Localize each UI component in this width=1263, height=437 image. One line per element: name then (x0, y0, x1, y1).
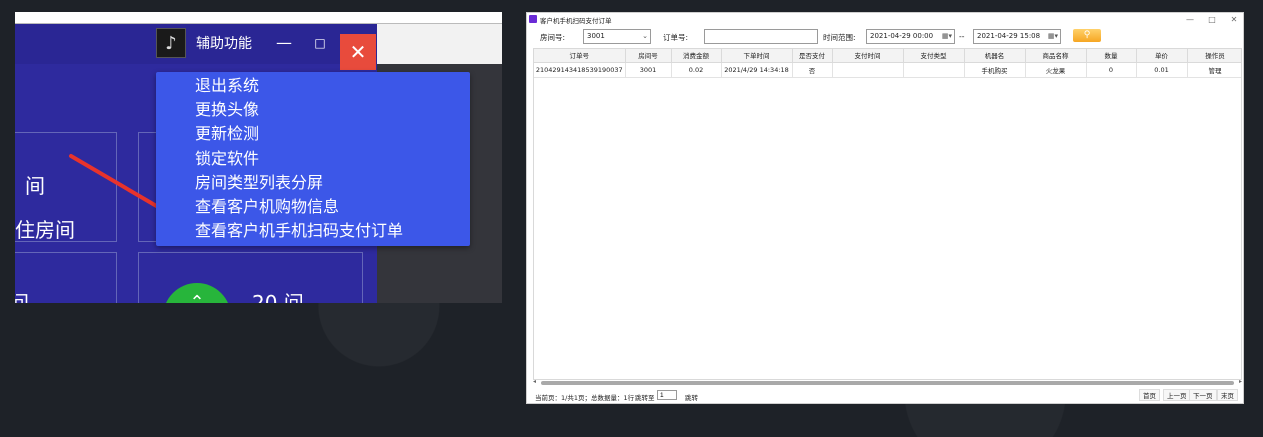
window-title: 客户机手机扫码支付订单 (540, 17, 612, 25)
order-number-label: 订单号: (663, 33, 689, 42)
table-cell: 2021/4/29 14:34:18 (721, 62, 793, 78)
start-time-value: 2021-04-29 00:00 (870, 32, 934, 40)
table-cell: 火龙果 (1025, 62, 1087, 78)
time-range-label: 时间范围: (823, 33, 856, 42)
table-header-row: 订单号 房间号 消费金额 下单时间 是否支付 支付时间 支付类型 机器名 商品名… (534, 49, 1241, 63)
title-bar[interactable]: 客户机手机扫码支付订单 — □ ✕ (527, 13, 1243, 27)
chevron-down-icon: ⌄ (642, 32, 648, 40)
background-window-strip (15, 12, 502, 24)
calendar-icon: ▦▾ (941, 32, 952, 40)
menu-item-shopping-info[interactable]: 查看客户机购物信息 (156, 195, 470, 219)
menu-item-lock[interactable]: 锁定软件 (156, 147, 470, 171)
calendar-icon: ▦▾ (1047, 32, 1058, 40)
column-header[interactable]: 数量 (1086, 49, 1137, 63)
close-button[interactable]: ✕ (340, 34, 376, 70)
assist-function-menu: 退出系统 更换头像 更新检测 锁定软件 房间类型列表分屏 查看客户机购物信息 查… (156, 72, 470, 246)
room-count-label: 间 (25, 174, 45, 198)
search-button[interactable]: ⚲ (1073, 29, 1101, 42)
last-page-button[interactable]: 末页 (1217, 389, 1238, 401)
scroll-right-icon[interactable]: ▸ (1239, 378, 1242, 385)
time-range-separator: -- (959, 32, 965, 41)
app-icon (529, 15, 537, 23)
table-cell: 210429143418539190037 (534, 62, 626, 78)
app-logo-icon[interactable]: ♪ (156, 28, 186, 58)
scan-pay-orders-window: 客户机手机扫码支付订单 — □ ✕ 房间号: 3001 ⌄ 订单号: 时间范围:… (526, 12, 1244, 404)
next-page-button[interactable]: 下一页 (1189, 389, 1217, 401)
room-count-label: 间 (15, 291, 29, 303)
menu-item-check-update[interactable]: 更新检测 (156, 122, 470, 146)
jump-page-input[interactable] (657, 390, 677, 400)
table-cell: 0.02 (671, 62, 722, 78)
column-header[interactable]: 单价 (1136, 49, 1188, 63)
end-time-picker[interactable]: 2021-04-29 15:08 ▦▾ (973, 29, 1061, 44)
table-cell: 管理 (1187, 62, 1241, 78)
menu-item-room-type-split[interactable]: 房间类型列表分屏 (156, 171, 470, 195)
menu-item-change-avatar[interactable]: 更换头像 (156, 98, 470, 122)
room-count-label: 20 间 (252, 291, 304, 303)
table-cell (903, 62, 965, 78)
minimize-button[interactable]: — (273, 32, 295, 54)
table-cell: 0 (1086, 62, 1137, 78)
filter-bar: 房间号: 3001 ⌄ 订单号: 时间范围: 2021-04-29 00:00 … (527, 27, 1243, 47)
background-window-panel (375, 24, 502, 64)
room-number-select[interactable]: 3001 ⌄ (583, 29, 651, 44)
column-header[interactable]: 房间号 (625, 49, 672, 63)
menu-item-exit[interactable]: 退出系统 (156, 74, 470, 98)
prev-page-button[interactable]: 上一页 (1163, 389, 1191, 401)
minimize-button[interactable]: — (1181, 14, 1199, 26)
column-header[interactable]: 商品名称 (1025, 49, 1087, 63)
horizontal-scrollbar[interactable]: ◂ ▸ (533, 378, 1242, 386)
room-number-label: 房间号: (540, 33, 566, 42)
menu-item-scan-pay-orders[interactable]: 查看客户机手机扫码支付订单 (156, 219, 470, 243)
left-screenshot: ♪ 辅助功能 — □ ✕ 间 住房间 间 ⌃ 20 间 退出系统 更换头像 更新… (15, 12, 502, 303)
first-page-button[interactable]: 首页 (1139, 389, 1160, 401)
search-icon: ⚲ (1083, 30, 1091, 40)
room-number-value: 3001 (587, 32, 605, 40)
table-row[interactable]: 210429143418539190037 3001 0.02 2021/4/2… (534, 62, 1241, 78)
table-cell: 0.01 (1136, 62, 1188, 78)
scrollbar-thumb[interactable] (541, 381, 1234, 385)
jump-button[interactable]: 跳转 (685, 392, 698, 402)
column-header[interactable]: 支付类型 (903, 49, 965, 63)
table-cell: 否 (792, 62, 833, 78)
column-header[interactable]: 下单时间 (721, 49, 793, 63)
orders-table: 订单号 房间号 消费金额 下单时间 是否支付 支付时间 支付类型 机器名 商品名… (533, 48, 1242, 380)
maximize-button[interactable]: □ (309, 32, 331, 54)
column-header[interactable]: 消费金额 (671, 49, 722, 63)
maximize-button[interactable]: □ (1203, 14, 1221, 26)
scroll-left-icon[interactable]: ◂ (533, 378, 536, 385)
column-header[interactable]: 支付时间 (832, 49, 904, 63)
table-cell (832, 62, 904, 78)
end-time-value: 2021-04-29 15:08 (977, 32, 1041, 40)
column-header[interactable]: 操作员 (1187, 49, 1241, 63)
order-number-input[interactable] (704, 29, 818, 44)
close-button[interactable]: ✕ (1225, 14, 1243, 26)
start-time-picker[interactable]: 2021-04-29 00:00 ▦▾ (866, 29, 955, 44)
table-cell: 手机购买 (964, 62, 1026, 78)
pagination-bar: 当前页：1/共1页；总数据量：1行 跳转至 跳转 首页 上一页 下一页 末页 (527, 388, 1243, 404)
column-header[interactable]: 订单号 (534, 49, 626, 63)
jump-label: 跳转至 (635, 394, 655, 402)
room-card[interactable] (15, 252, 117, 303)
column-header[interactable]: 是否支付 (792, 49, 833, 63)
table-cell: 3001 (625, 62, 672, 78)
page-info: 当前页：1/共1页；总数据量：1行 (535, 394, 635, 402)
column-header[interactable]: 机器名 (964, 49, 1026, 63)
assist-function-button[interactable]: 辅助功能 (196, 33, 252, 53)
